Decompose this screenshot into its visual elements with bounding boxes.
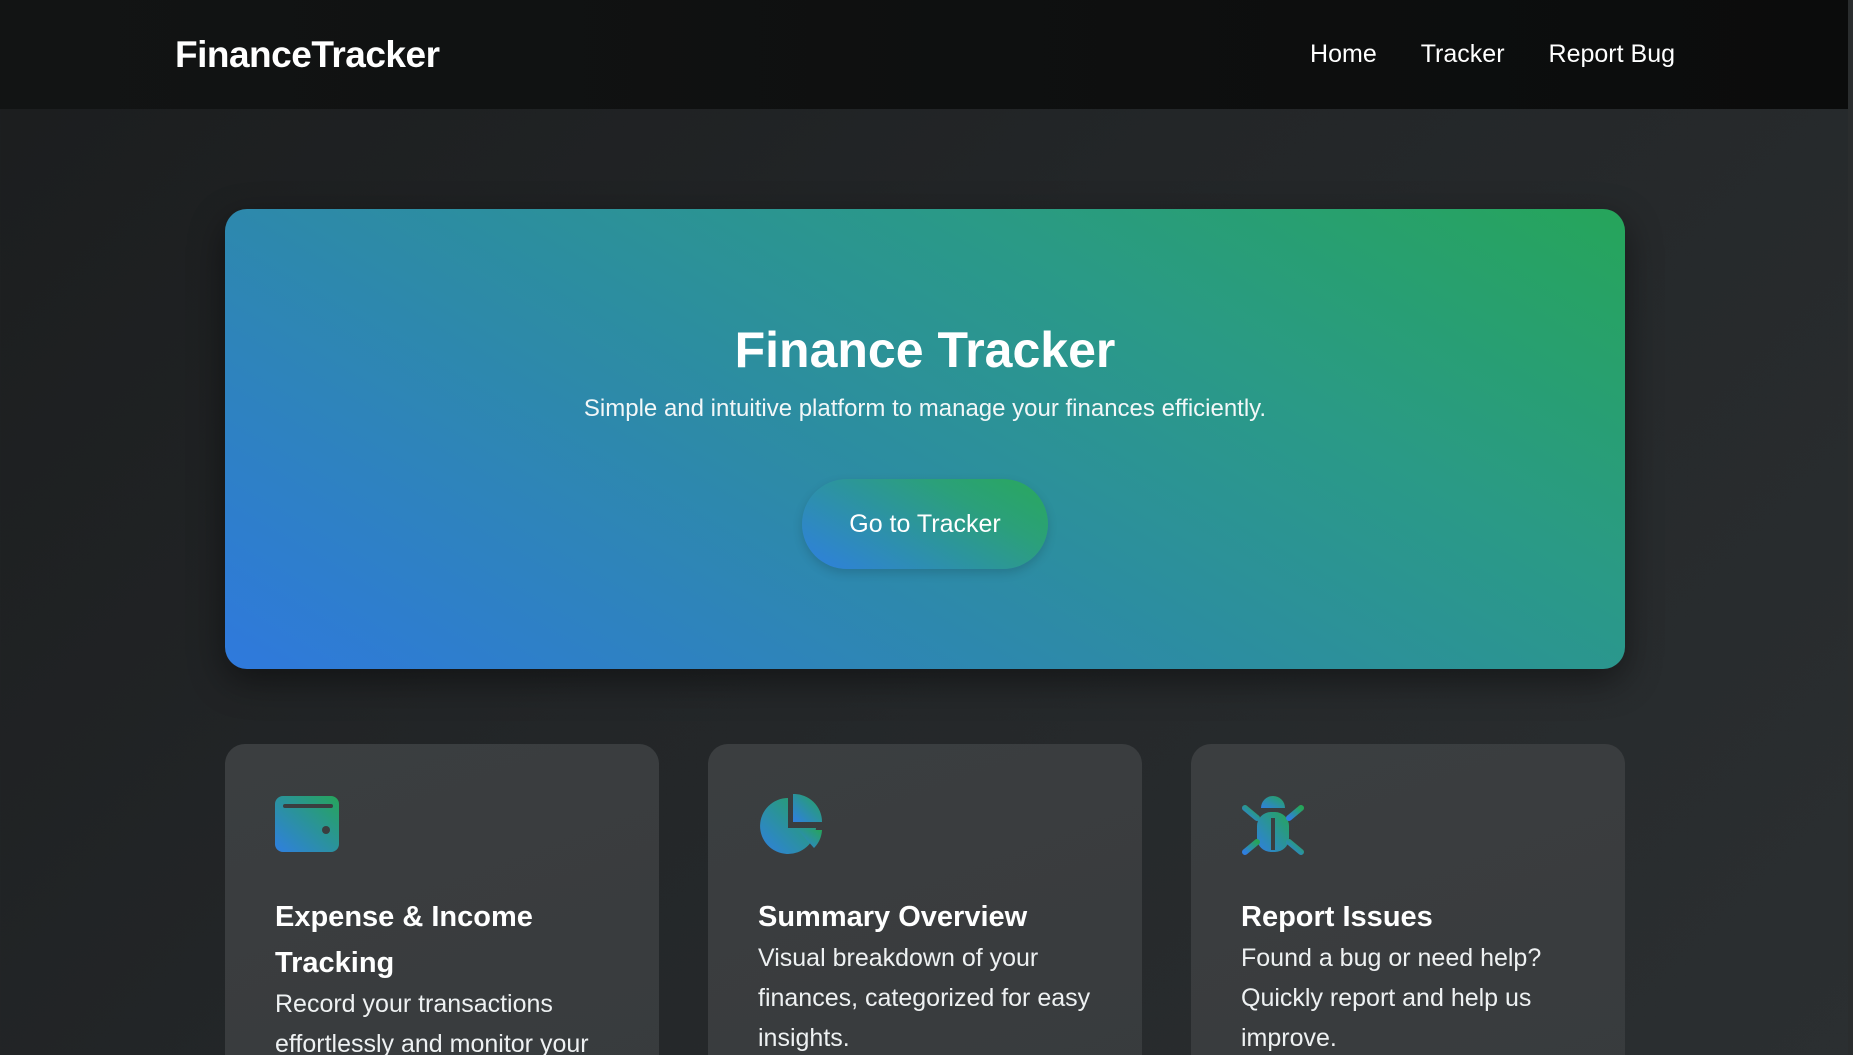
nav-link-home[interactable]: Home — [1310, 40, 1377, 69]
nav-link-report-bug[interactable]: Report Bug — [1549, 40, 1675, 69]
wallet-icon — [275, 796, 339, 852]
hero-subtitle: Simple and intuitive platform to manage … — [583, 395, 1267, 422]
hero-banner: Finance Tracker Simple and intuitive pla… — [225, 209, 1625, 669]
feature-card-tracking: Expense & Income Tracking Record your tr… — [225, 744, 659, 1055]
feature-card-summary: Summary Overview Visual breakdown of you… — [708, 744, 1142, 1055]
feature-description: Found a bug or need help? Quickly report… — [1241, 944, 1542, 1052]
feature-card-report: Report Issues Found a bug or need help? … — [1191, 744, 1625, 1055]
go-to-tracker-button[interactable]: Go to Tracker — [802, 479, 1048, 569]
feature-title: Report Issues — [1241, 901, 1433, 933]
nav-link-tracker[interactable]: Tracker — [1421, 40, 1505, 69]
top-navbar: FinanceTracker Home Tracker Report Bug — [0, 0, 1853, 109]
brand-logo[interactable]: FinanceTracker — [175, 34, 440, 76]
feature-title: Expense & Income Tracking — [275, 901, 533, 979]
feature-description: Visual breakdown of your finances, categ… — [758, 944, 1091, 1052]
hero-title: Finance Tracker — [734, 322, 1116, 378]
bug-icon — [1241, 796, 1305, 855]
pie-chart-icon — [760, 794, 822, 854]
nav-links: Home Tracker Report Bug — [1310, 40, 1675, 69]
feature-title: Summary Overview — [758, 901, 1028, 933]
feature-description: Record your transactions effortlessly an… — [275, 990, 589, 1055]
page-scrollbar[interactable] — [1848, 0, 1853, 1055]
